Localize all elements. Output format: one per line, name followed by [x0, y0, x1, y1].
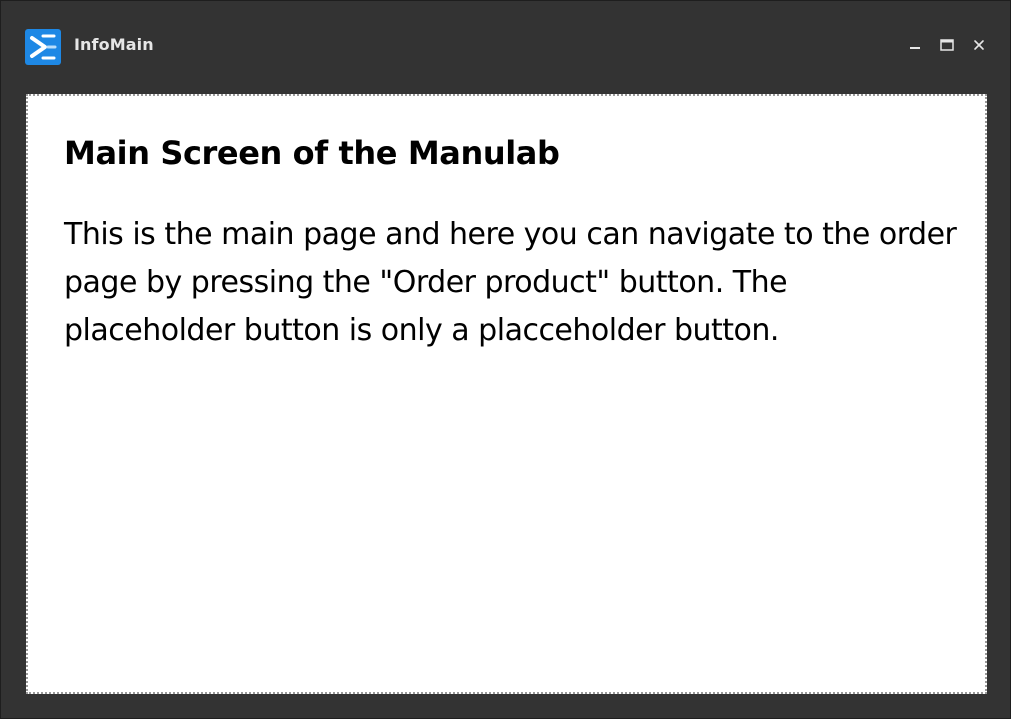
page-description: This is the main page and here you can n…	[64, 217, 957, 348]
title-bar[interactable]: InfoMain	[1, 1, 1010, 91]
app-logo-icon	[25, 29, 61, 65]
page-heading: Main Screen of the Manulab	[64, 134, 560, 172]
minimize-button[interactable]	[904, 37, 926, 57]
maximize-icon	[940, 38, 954, 56]
main-content-panel: Main Screen of the Manulab This is the m…	[26, 94, 987, 694]
maximize-button[interactable]	[936, 37, 958, 57]
window-title: InfoMain	[74, 35, 154, 54]
window-controls	[904, 37, 990, 57]
app-window: InfoMain Main Screen of the Manulab This…	[0, 0, 1011, 719]
close-icon	[973, 38, 985, 56]
minimize-icon	[909, 38, 921, 56]
close-button[interactable]	[968, 37, 990, 57]
